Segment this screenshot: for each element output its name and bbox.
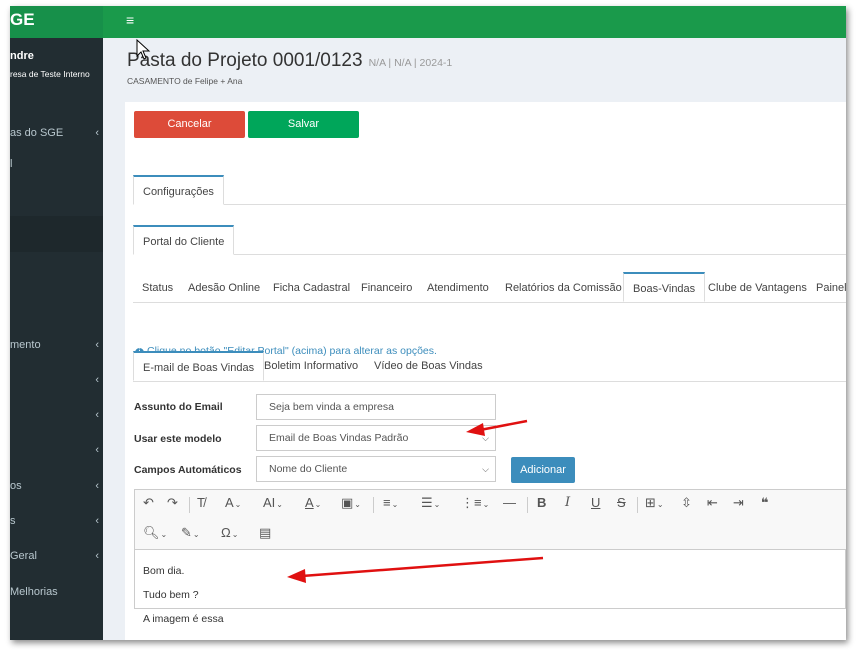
annotation-arrows [136, 38, 544, 583]
annotation-arrow [287, 556, 544, 583]
mouse-cursor-icon [136, 38, 151, 60]
annotation-arrow [466, 419, 528, 436]
